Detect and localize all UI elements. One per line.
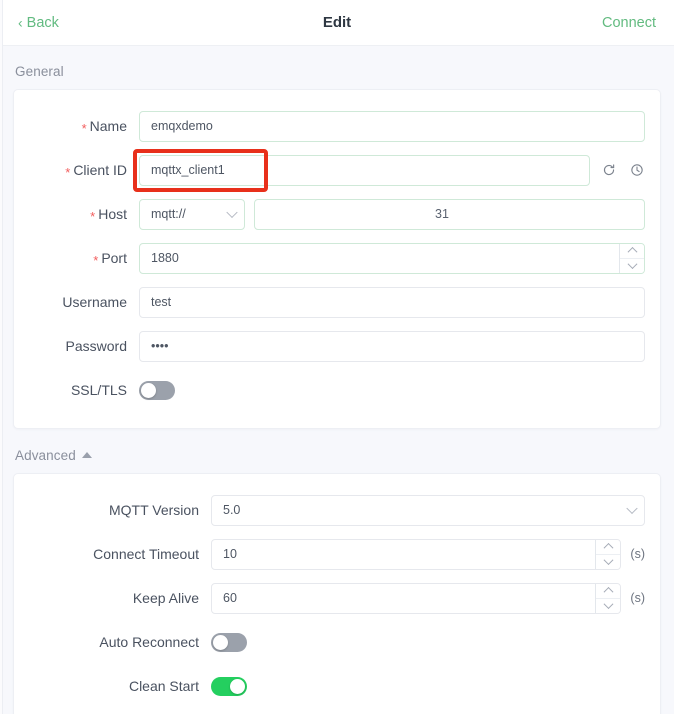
- label-name: *Name: [29, 118, 139, 134]
- chevron-up-icon: [627, 247, 637, 257]
- required-asterisk: *: [93, 253, 98, 268]
- chevron-up-icon: [603, 587, 613, 597]
- row-host: *Host: [29, 192, 645, 236]
- section-label-advanced: Advanced: [15, 448, 76, 463]
- chevron-left-icon: ‹: [18, 15, 23, 29]
- row-name: *Name: [29, 104, 645, 148]
- label-port: *Port: [29, 250, 139, 266]
- label-keep-alive: Keep Alive: [29, 590, 211, 606]
- row-port: *Port: [29, 236, 645, 280]
- keep-alive-input[interactable]: [211, 583, 621, 614]
- host-input-wrapper: [254, 199, 645, 230]
- field-clean-start: [211, 677, 645, 696]
- row-mqtt-version: MQTT Version: [29, 488, 645, 532]
- connect-timeout-stepper-up[interactable]: [596, 540, 620, 555]
- field-connect-timeout: [211, 539, 621, 570]
- field-client-id: [139, 155, 645, 186]
- keep-alive-unit: (s): [630, 591, 645, 605]
- required-asterisk: *: [65, 165, 70, 180]
- keep-alive-stepper-up[interactable]: [596, 584, 620, 599]
- row-clean-start: Clean Start: [29, 664, 645, 708]
- advanced-card: MQTT Version Connect Timeout (s) Keep Al…: [13, 473, 661, 714]
- client-id-actions: [601, 162, 645, 178]
- connect-timeout-stepper: [595, 540, 620, 569]
- refresh-icon[interactable]: [601, 162, 617, 178]
- chevron-up-icon: [603, 543, 613, 553]
- field-auto-reconnect: [211, 633, 645, 652]
- row-ssl-tls: SSL/TLS: [29, 368, 645, 412]
- connect-timeout-input[interactable]: [211, 539, 621, 570]
- row-connect-timeout: Connect Timeout (s): [29, 532, 645, 576]
- field-port: [139, 243, 645, 274]
- label-clean-start: Clean Start: [29, 678, 211, 694]
- chevron-down-icon: [627, 259, 637, 269]
- field-keep-alive: [211, 583, 621, 614]
- field-ssl-tls: [139, 381, 645, 400]
- host-input[interactable]: [254, 199, 645, 230]
- clean-start-toggle[interactable]: [211, 677, 247, 696]
- password-input[interactable]: [139, 331, 645, 362]
- field-name: [139, 111, 645, 142]
- toggle-knob: [141, 383, 156, 398]
- chevron-down-icon: [603, 555, 613, 565]
- toggle-knob: [230, 679, 245, 694]
- form-page: General *Name *Client ID: [0, 46, 674, 714]
- field-password: [139, 331, 645, 362]
- page-title: Edit: [0, 14, 674, 31]
- row-password: Password: [29, 324, 645, 368]
- field-host: [139, 199, 645, 230]
- label-password: Password: [29, 338, 139, 354]
- connect-button[interactable]: Connect: [602, 15, 656, 31]
- row-username: Username: [29, 280, 645, 324]
- section-label-general: General: [13, 46, 661, 89]
- toggle-knob: [213, 635, 228, 650]
- field-username: [139, 287, 645, 318]
- collapsed-sidebar-edge: [0, 0, 3, 714]
- name-input[interactable]: [139, 111, 645, 142]
- label-host: *Host: [29, 206, 139, 222]
- label-mqtt-version: MQTT Version: [29, 502, 211, 518]
- caret-up-icon: [82, 452, 92, 458]
- connect-timeout-stepper-down[interactable]: [596, 555, 620, 569]
- required-asterisk: *: [82, 121, 87, 136]
- connect-timeout-unit: (s): [630, 547, 645, 561]
- keep-alive-stepper: [595, 584, 620, 613]
- host-protocol-select[interactable]: [139, 199, 245, 230]
- port-stepper-up[interactable]: [620, 244, 644, 259]
- back-label: Back: [27, 15, 59, 31]
- back-button[interactable]: ‹ Back: [18, 15, 59, 31]
- ssl-tls-toggle[interactable]: [139, 381, 175, 400]
- auto-reconnect-toggle[interactable]: [211, 633, 247, 652]
- label-ssl-tls: SSL/TLS: [29, 382, 139, 398]
- keep-alive-stepper-down[interactable]: [596, 599, 620, 613]
- section-toggle-advanced[interactable]: Advanced: [13, 429, 661, 473]
- label-username: Username: [29, 294, 139, 310]
- label-connect-timeout: Connect Timeout: [29, 546, 211, 562]
- label-auto-reconnect: Auto Reconnect: [29, 634, 211, 650]
- field-mqtt-version: [211, 495, 645, 526]
- host-protocol-select-wrapper: [139, 199, 245, 230]
- top-bar: ‹ Back Edit Connect: [0, 0, 674, 46]
- username-input[interactable]: [139, 287, 645, 318]
- clock-icon[interactable]: [629, 162, 645, 178]
- port-input[interactable]: [139, 243, 645, 274]
- general-card: *Name *Client ID: [13, 89, 661, 429]
- port-stepper-down[interactable]: [620, 259, 644, 273]
- mqtt-version-select[interactable]: [211, 495, 645, 526]
- required-asterisk: *: [90, 209, 95, 224]
- label-client-id: *Client ID: [29, 162, 139, 178]
- port-stepper: [619, 244, 644, 273]
- chevron-down-icon: [603, 599, 613, 609]
- row-client-id: *Client ID: [29, 148, 645, 192]
- client-id-input[interactable]: [139, 155, 590, 186]
- row-auto-reconnect: Auto Reconnect: [29, 620, 645, 664]
- row-keep-alive: Keep Alive (s): [29, 576, 645, 620]
